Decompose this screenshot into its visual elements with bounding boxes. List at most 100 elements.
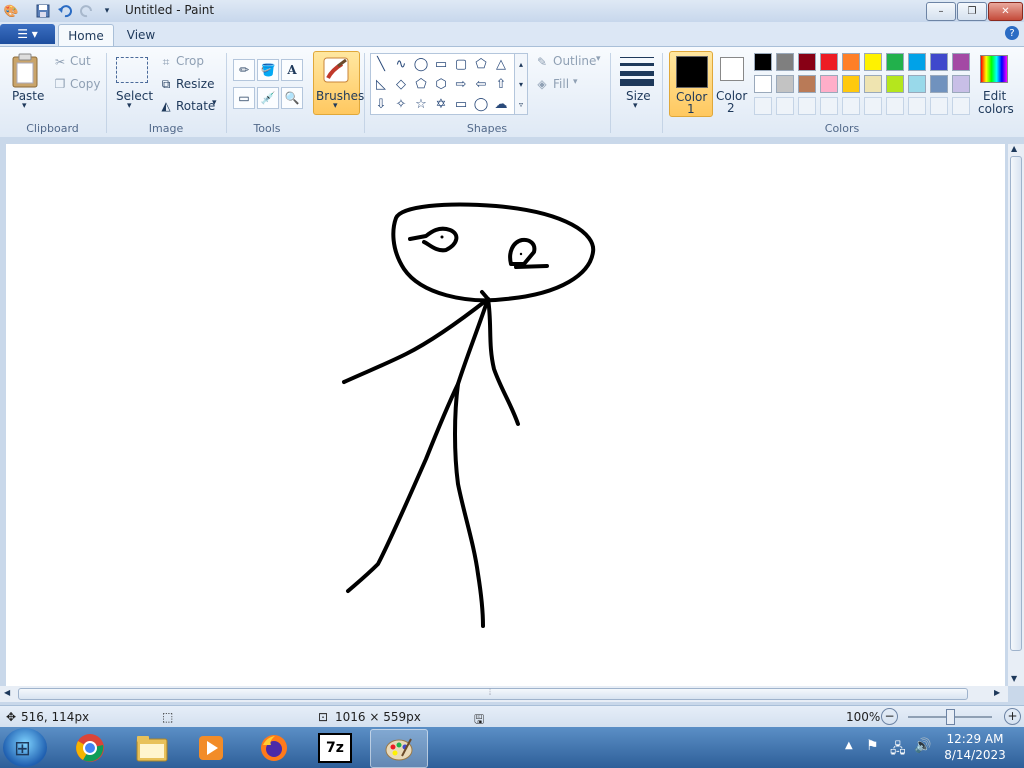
redo-icon[interactable] bbox=[78, 2, 96, 20]
cloud-callout-shape-icon[interactable]: ☁ bbox=[492, 95, 510, 113]
paste-button[interactable]: Paste bbox=[12, 89, 44, 103]
palette-swatch[interactable] bbox=[776, 53, 794, 71]
line-shape-icon[interactable]: ╲ bbox=[372, 55, 390, 73]
custom-color-slot[interactable] bbox=[864, 97, 882, 115]
palette-swatch[interactable] bbox=[754, 75, 772, 93]
up-arrow-shape-icon[interactable]: ⇧ bbox=[492, 75, 510, 93]
custom-color-slot[interactable] bbox=[776, 97, 794, 115]
firefox-taskbar-button[interactable] bbox=[246, 729, 302, 766]
vertical-scrollbar[interactable]: ▲ ▼ bbox=[1008, 144, 1024, 686]
hexagon-shape-icon[interactable]: ⬡ bbox=[432, 75, 450, 93]
shapes-scroll[interactable]: ▴ ▾ ▿ bbox=[514, 53, 528, 115]
edit-colors-button[interactable]: Edit bbox=[983, 89, 1006, 103]
palette-swatch[interactable] bbox=[798, 75, 816, 93]
custom-color-slot[interactable] bbox=[908, 97, 926, 115]
eraser-icon[interactable]: ▭ bbox=[233, 87, 255, 109]
zoom-out-button[interactable]: − bbox=[881, 708, 898, 725]
left-arrow-shape-icon[interactable]: ⇦ bbox=[472, 75, 490, 93]
right-arrow-shape-icon[interactable]: ⇨ bbox=[452, 75, 470, 93]
custom-color-slot[interactable] bbox=[930, 97, 948, 115]
four-point-star-shape-icon[interactable]: ✧ bbox=[392, 95, 410, 113]
tab-home[interactable]: Home bbox=[58, 24, 114, 47]
scroll-up-icon[interactable]: ▲ bbox=[1011, 144, 1017, 153]
palette-swatch[interactable] bbox=[952, 53, 970, 71]
paint-menu-button[interactable]: ☰ ▾ bbox=[0, 24, 55, 44]
color2-swatch[interactable] bbox=[720, 57, 744, 81]
media-player-taskbar-button[interactable] bbox=[183, 729, 239, 766]
palette-swatch[interactable] bbox=[908, 75, 926, 93]
palette-swatch[interactable] bbox=[908, 53, 926, 71]
size-button[interactable]: Size bbox=[626, 89, 651, 103]
size-icon[interactable] bbox=[620, 55, 654, 86]
tab-view[interactable]: View bbox=[120, 24, 162, 46]
oval-callout-shape-icon[interactable]: ◯ bbox=[472, 95, 490, 113]
edit-colors-icon[interactable] bbox=[980, 55, 1008, 83]
right-triangle-shape-icon[interactable]: ◺ bbox=[372, 75, 390, 93]
palette-swatch[interactable] bbox=[930, 75, 948, 93]
outline-dropdown-icon[interactable]: ▾ bbox=[596, 54, 601, 64]
zoom-slider-thumb[interactable] bbox=[946, 709, 955, 725]
palette-swatch[interactable] bbox=[776, 75, 794, 93]
7zip-taskbar-button[interactable]: 7z bbox=[307, 729, 363, 766]
horizontal-scrollbar[interactable]: ◀ ⦙ ▶ bbox=[0, 686, 1008, 702]
brushes-button[interactable]: Brushes ▾ bbox=[313, 51, 364, 115]
pencil-icon[interactable]: ✏ bbox=[233, 59, 255, 81]
undo-icon[interactable] bbox=[56, 2, 74, 20]
fill-bucket-icon[interactable]: 🪣 bbox=[257, 59, 279, 81]
scroll-left-icon[interactable]: ◀ bbox=[4, 688, 10, 697]
palette-swatch[interactable] bbox=[842, 53, 860, 71]
outline-button[interactable]: Outline bbox=[553, 54, 596, 68]
palette-swatch[interactable] bbox=[820, 53, 838, 71]
cut-button[interactable]: Cut bbox=[70, 54, 91, 68]
fill-dropdown-icon[interactable]: ▾ bbox=[573, 77, 578, 87]
custom-color-slot[interactable] bbox=[754, 97, 772, 115]
chevron-down-icon[interactable]: ▾ bbox=[519, 80, 523, 89]
palette-swatch[interactable] bbox=[886, 75, 904, 93]
select-icon[interactable] bbox=[116, 57, 148, 83]
paste-icon[interactable] bbox=[10, 53, 42, 89]
more-shapes-icon[interactable]: ▿ bbox=[519, 100, 523, 109]
curve-shape-icon[interactable]: ∿ bbox=[392, 55, 410, 73]
oval-shape-icon[interactable]: ◯ bbox=[412, 55, 430, 73]
six-point-star-shape-icon[interactable]: ✡ bbox=[432, 95, 450, 113]
zoom-in-button[interactable]: + bbox=[1004, 708, 1021, 725]
custom-color-slot[interactable] bbox=[952, 97, 970, 115]
horizontal-scroll-thumb[interactable]: ⦙ bbox=[18, 688, 968, 700]
rotate-dropdown-icon[interactable]: ▾ bbox=[212, 98, 217, 108]
five-point-star-shape-icon[interactable]: ☆ bbox=[412, 95, 430, 113]
resize-button[interactable]: Resize bbox=[176, 77, 214, 91]
crop-button[interactable]: Crop bbox=[176, 54, 204, 68]
network-icon[interactable]: 🖧 bbox=[890, 738, 906, 762]
clock[interactable]: 12:29 AM 8/14/2023 bbox=[940, 731, 1010, 763]
select-dropdown-icon[interactable]: ▾ bbox=[127, 101, 132, 111]
action-center-icon[interactable]: ⚑ bbox=[866, 738, 879, 754]
color1-button[interactable]: Color 1 bbox=[669, 51, 713, 117]
palette-swatch[interactable] bbox=[820, 75, 838, 93]
scroll-down-icon[interactable]: ▼ bbox=[1011, 674, 1017, 683]
scroll-right-icon[interactable]: ▶ bbox=[994, 688, 1000, 697]
rotate-button[interactable]: Rotate bbox=[176, 99, 215, 113]
magnifier-icon[interactable]: 🔍 bbox=[281, 87, 303, 109]
start-button[interactable]: ⊞ bbox=[3, 728, 47, 767]
chrome-taskbar-button[interactable] bbox=[62, 729, 118, 766]
drawing-canvas[interactable] bbox=[6, 144, 1005, 686]
down-arrow-shape-icon[interactable]: ⇩ bbox=[372, 95, 390, 113]
rectangle-shape-icon[interactable]: ▭ bbox=[432, 55, 450, 73]
palette-swatch[interactable] bbox=[864, 53, 882, 71]
paint-app-icon[interactable]: 🎨 bbox=[2, 2, 20, 20]
palette-swatch[interactable] bbox=[952, 75, 970, 93]
help-icon[interactable]: ? bbox=[1005, 26, 1019, 40]
custom-color-slot[interactable] bbox=[798, 97, 816, 115]
paste-dropdown-icon[interactable]: ▾ bbox=[22, 101, 27, 111]
pentagon-shape-icon[interactable]: ⬠ bbox=[412, 75, 430, 93]
volume-icon[interactable]: 🔊 bbox=[914, 738, 931, 754]
color-picker-icon[interactable]: 💉 bbox=[257, 87, 279, 109]
text-tool-icon[interactable]: A bbox=[281, 59, 303, 81]
custom-color-slot[interactable] bbox=[820, 97, 838, 115]
select-button[interactable]: Select bbox=[116, 89, 153, 103]
vertical-scroll-thumb[interactable] bbox=[1010, 156, 1022, 651]
palette-swatch[interactable] bbox=[842, 75, 860, 93]
show-hidden-icons-icon[interactable]: ▲ bbox=[845, 740, 853, 751]
palette-swatch[interactable] bbox=[754, 53, 772, 71]
palette-swatch[interactable] bbox=[798, 53, 816, 71]
